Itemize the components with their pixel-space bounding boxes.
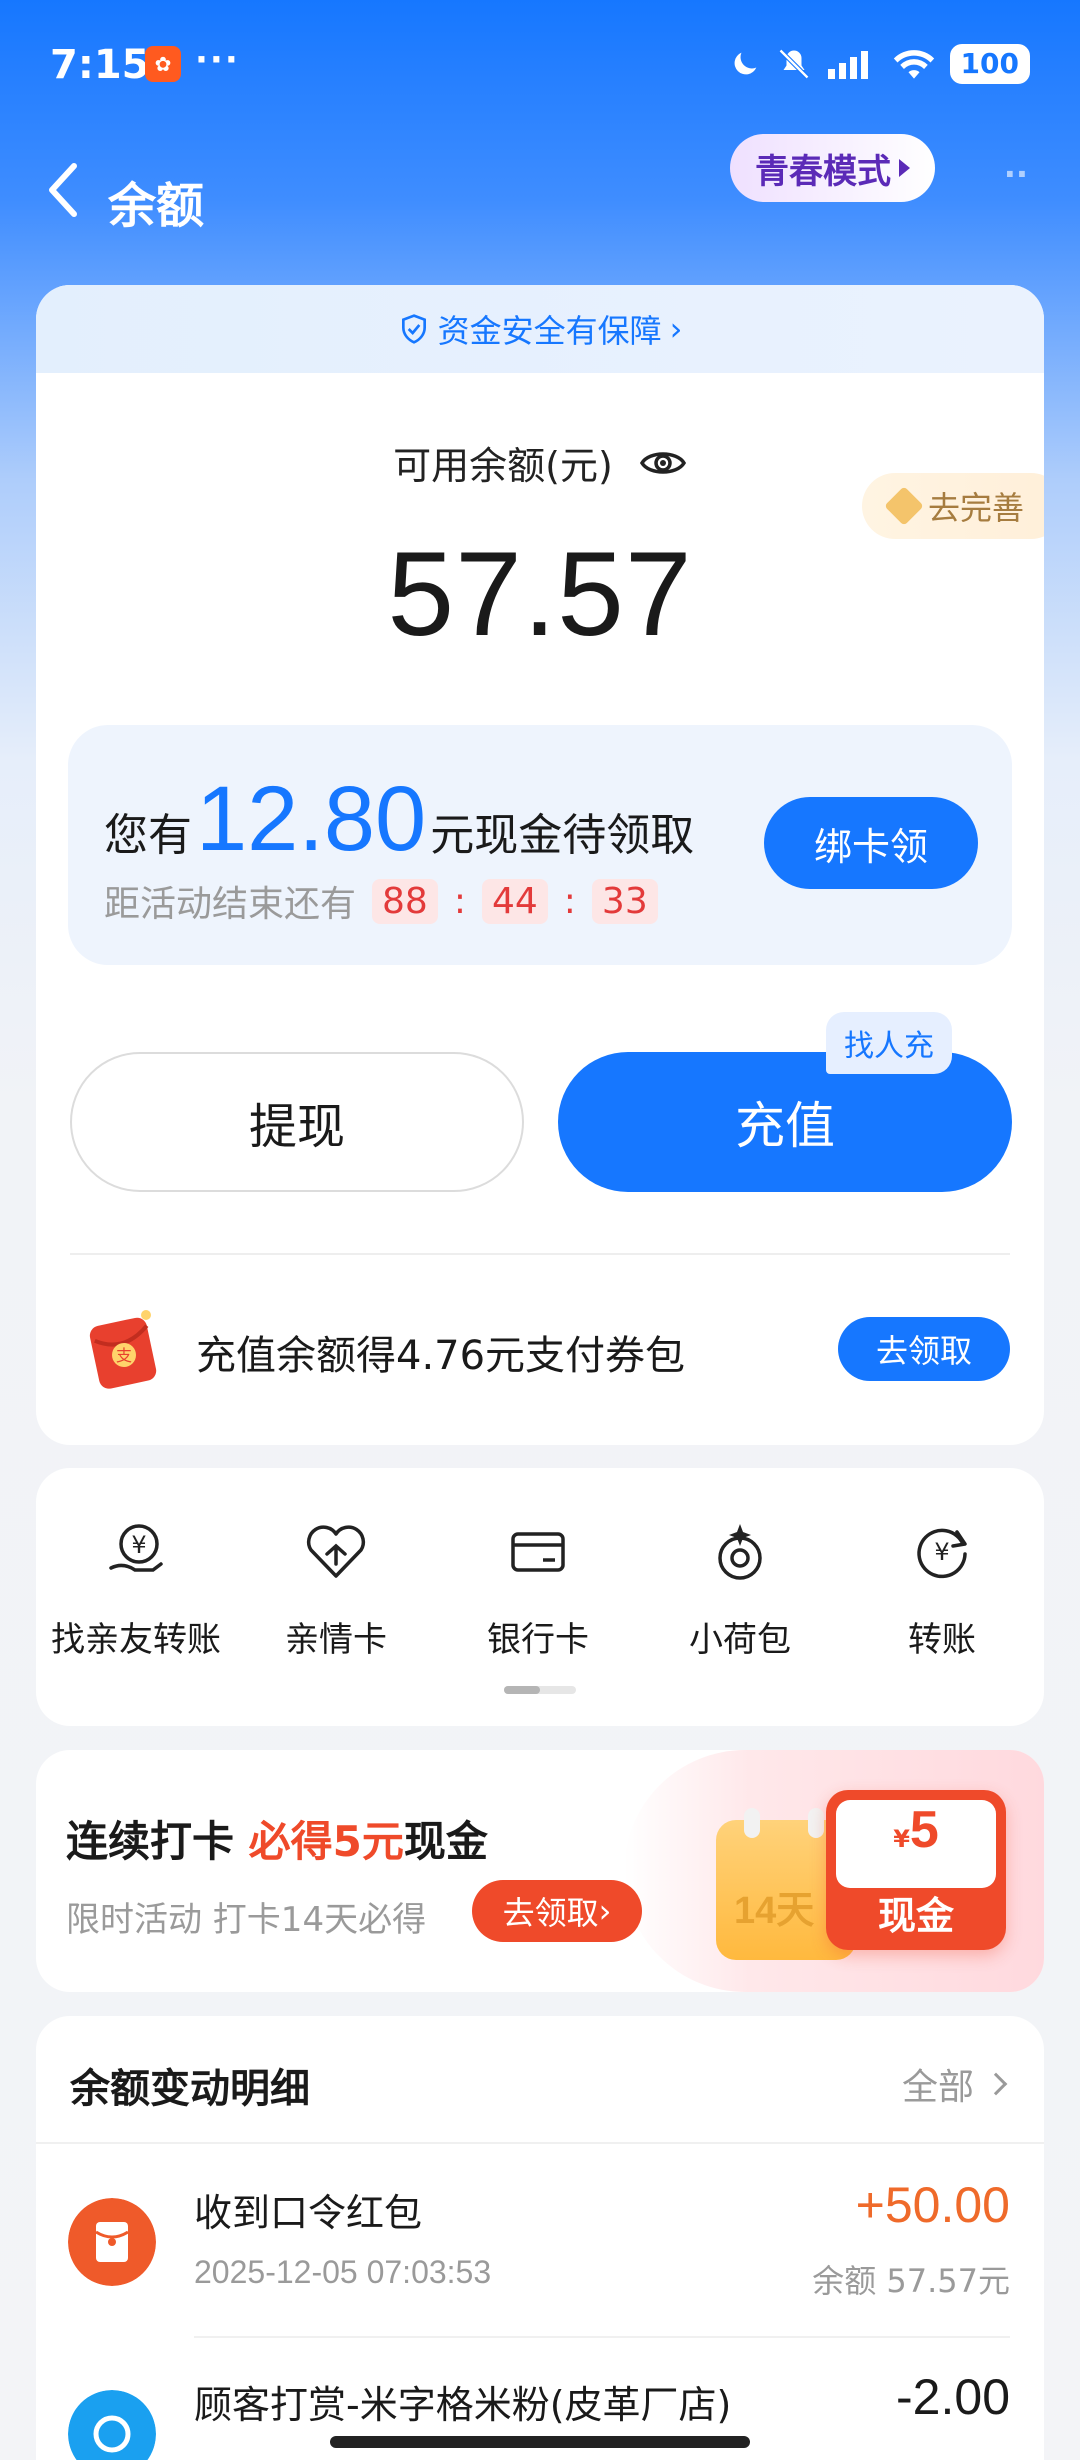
home-indicator[interactable]: [330, 2436, 750, 2448]
balance-amount: 57.57: [387, 527, 693, 661]
yen-transfer-icon: ¥: [917, 1528, 967, 1579]
checkin-title-suffix: 现金: [403, 1817, 488, 1866]
bind-card-button[interactable]: 绑卡领: [764, 797, 978, 889]
cash-offer-suffix: 元现金待领取: [430, 810, 695, 861]
transactions-header: 余额变动明细 全部: [36, 2016, 1044, 2144]
quick-action-label: 亲情卡: [285, 1620, 387, 1660]
quick-action-pouch[interactable]: 小荷包: [640, 1518, 840, 1661]
countdown-separator: :: [563, 880, 576, 922]
promo-text: 充值余额得4.76元支付券包: [196, 1333, 686, 1379]
signal-icon: [827, 51, 868, 79]
wifi-icon: [893, 50, 934, 79]
checkin-subtitle: 限时活动 打卡14天必得: [66, 1900, 427, 1940]
heart-card-icon: [306, 1525, 366, 1578]
countdown-line: 距活动结束还有 88 : 44 : 33: [104, 875, 658, 927]
quick-action-label: 小荷包: [689, 1620, 791, 1660]
transaction-name: 收到口令红包: [194, 2191, 423, 2235]
countdown-separator: :: [453, 880, 466, 922]
quick-action-bank-card[interactable]: 银行卡: [438, 1518, 638, 1661]
red-packet-icon: [68, 2198, 156, 2286]
quick-action-transfer-to-friend[interactable]: ¥ 找亲友转账: [36, 1518, 236, 1661]
horizontal-scroll-indicator: [504, 1686, 576, 1694]
shield-icon: [401, 314, 426, 344]
checkin-title-prefix: 连续打卡: [66, 1817, 249, 1866]
checkin-title: 连续打卡 必得5元现金: [66, 1808, 488, 1869]
countdown-hours: 88: [372, 878, 438, 924]
status-time: 7:15: [50, 42, 150, 88]
calendar-days-label: 14天: [734, 1890, 815, 1932]
countdown-label: 距活动结束还有: [104, 884, 357, 925]
tip-icon: [68, 2390, 156, 2460]
checkin-title-highlight: 必得5元: [248, 1817, 404, 1866]
chevron-right-icon: ›: [598, 1892, 612, 1930]
transaction-amount: -2.00: [896, 2369, 1010, 2425]
checkin-claim-label: 去领取: [502, 1894, 599, 1932]
youth-mode-label: 青春模式: [755, 151, 891, 192]
header-more-icon[interactable]: ··: [1004, 155, 1028, 193]
checkin-claim-button[interactable]: 去领取 ›: [472, 1880, 642, 1942]
cash-offer-line: 您有 12.80 元现金待领取: [104, 767, 694, 872]
transactions-card: 余额变动明细 全部 收到口令红包 2025-12-05 07:03:53 +50…: [36, 2016, 1044, 2460]
chevron-right-icon: ›: [669, 310, 683, 348]
reward-label: 现金: [877, 1894, 954, 1938]
cash-offer-prefix: 您有: [104, 810, 192, 861]
fund-safety-label: 资金安全有保障: [437, 312, 662, 350]
recharge-button[interactable]: 充值: [558, 1052, 1012, 1192]
quick-action-label: 转账: [908, 1620, 976, 1660]
quick-action-family-card[interactable]: 亲情卡: [236, 1518, 436, 1661]
chevron-right-icon: [984, 2072, 1008, 2096]
transaction-name: 顾客打赏-米字格米粉(皮革厂店): [194, 2383, 732, 2427]
battery-indicator: 100: [949, 44, 1030, 84]
svg-text:¥: ¥: [131, 1531, 146, 1559]
status-icons: 100: [728, 44, 1030, 84]
status-bar: 7:15 ✿ ··· 100: [0, 0, 1080, 130]
fund-safety-link[interactable]: 资金安全有保障 ›: [36, 285, 1044, 373]
transaction-balance: 余额 57.57元: [812, 2262, 1010, 2300]
withdraw-button[interactable]: 提现: [70, 1052, 524, 1192]
cash-reward-card: ¥5 现金: [826, 1790, 1006, 1950]
claim-coupon-button[interactable]: 去领取: [838, 1317, 1010, 1381]
quick-action-label: 银行卡: [487, 1620, 589, 1660]
status-more-icon: ···: [195, 40, 240, 80]
mute-icon: [778, 48, 809, 80]
page-title: 余额: [108, 178, 205, 234]
countdown-minutes: 44: [481, 878, 548, 924]
youth-mode-button[interactable]: 青春模式: [730, 134, 935, 202]
quick-action-label: 找亲友转账: [51, 1620, 221, 1660]
reward-currency: ¥: [893, 1825, 910, 1853]
transaction-row[interactable]: 收到口令红包 2025-12-05 07:03:53 +50.00 余额 57.…: [36, 2146, 1044, 2336]
divider: [70, 1253, 1010, 1255]
cash-offer-box: 您有 12.80 元现金待领取 距活动结束还有 88 : 44 : 33 绑卡领: [68, 725, 1012, 965]
transaction-amount: +50.00: [855, 2177, 1010, 2233]
improve-label: 去完善: [927, 489, 1024, 527]
bank-card-icon: [511, 1532, 565, 1572]
countdown-seconds: 33: [591, 878, 658, 924]
svg-text:支: 支: [116, 1346, 132, 1365]
view-all-link[interactable]: 全部: [901, 2058, 1008, 2110]
svg-text:¥: ¥: [934, 1538, 949, 1566]
transaction-time: 2025-12-05 07:03:53: [194, 2254, 492, 2290]
transactions-title: 余额变动明细: [70, 2066, 310, 2112]
pouch-icon: [718, 1524, 762, 1580]
balance-card: 资金安全有保障 › 可用余额(元) 去完善 57.57 您有 12.80 元现金…: [36, 285, 1044, 1445]
app-notification-icon: ✿: [145, 46, 181, 82]
checkin-banner[interactable]: 连续打卡 必得5元现金 限时活动 打卡14天必得 去领取 › 14天 ¥5 现金: [36, 1750, 1044, 1992]
find-someone-recharge-tag[interactable]: 找人充: [826, 1012, 952, 1074]
quick-actions-card: ¥ 找亲友转账 亲情卡 银行卡 小荷包 ¥ 转账: [36, 1468, 1044, 1726]
view-all-label: 全部: [901, 2067, 974, 2108]
cash-offer-amount: 12.80: [196, 768, 427, 870]
red-packet-icon: 支: [89, 1310, 157, 1389]
hand-yen-icon: ¥: [109, 1524, 163, 1572]
available-label-text: 可用余额(元): [393, 444, 613, 488]
diamond-icon: [884, 486, 924, 526]
play-arrow-icon: [899, 159, 910, 177]
back-arrow-icon[interactable]: [34, 152, 94, 228]
eye-icon[interactable]: [639, 445, 687, 481]
quick-action-transfer[interactable]: ¥ 转账: [842, 1518, 1042, 1661]
moon-icon: [734, 52, 756, 75]
reward-amount: 5: [909, 1801, 939, 1859]
